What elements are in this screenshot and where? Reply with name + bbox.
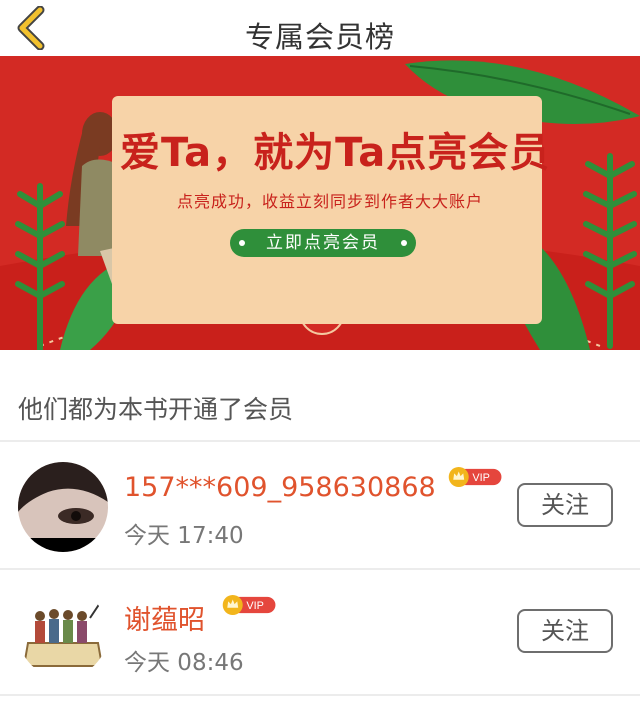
member-row: 谢蕴昭 VIP 今天 08:46 关注	[0, 570, 640, 696]
banner-headline: 爱Ta，就为Ta点亮会员	[120, 130, 551, 176]
member-name[interactable]: 157***609_958630868	[124, 472, 436, 503]
follow-button[interactable]: 关注	[517, 483, 613, 527]
member-row: 157***609_958630868 VIP 今天 17:40 关注	[0, 442, 640, 568]
avatar-image	[18, 462, 108, 552]
vip-badge-label: VIP	[472, 472, 490, 484]
light-up-member-button[interactable]: 立即点亮会员	[230, 229, 416, 257]
member-time: 今天 08:46	[124, 650, 244, 676]
page-title: 专属会员榜	[244, 20, 395, 54]
vip-badge: VIP	[222, 595, 276, 615]
vip-badge: VIP	[448, 467, 502, 487]
follow-button[interactable]: 关注	[517, 609, 613, 653]
avatar-image	[18, 588, 108, 678]
avatar[interactable]	[18, 462, 108, 552]
banner-subtitle: 点亮成功，收益立刻同步到作者大大账户	[176, 192, 483, 211]
divider	[0, 694, 640, 696]
promo-banner[interactable]: 爱Ta，就为Ta点亮会员 点亮成功，收益立刻同步到作者大大账户 立即点亮会员	[0, 56, 640, 350]
member-ranking-page: 专属会员榜 爱Ta，就为Ta点亮会员 点亮成功，收益立刻同步到作者大大账户 立即…	[0, 0, 640, 703]
vip-badge-label: VIP	[246, 600, 264, 612]
top-bar: 专属会员榜	[0, 0, 640, 56]
member-time: 今天 17:40	[124, 523, 244, 549]
member-name[interactable]: 谢蕴昭	[124, 598, 205, 637]
members-section-heading: 他们都为本书开通了会员	[18, 395, 294, 424]
avatar[interactable]	[18, 588, 108, 678]
